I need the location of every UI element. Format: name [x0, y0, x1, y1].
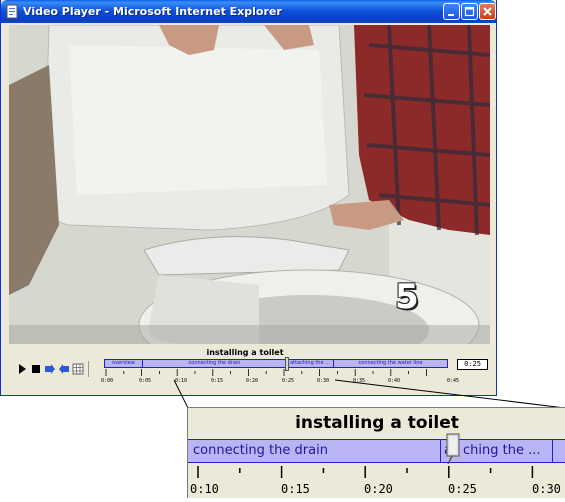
tick-label: 0:45 — [447, 378, 460, 384]
video-frame[interactable]: 5 — [9, 25, 490, 344]
ie-page-icon — [6, 4, 18, 19]
segment-connecting-the-water-line[interactable]: connecting the water line — [334, 360, 447, 367]
zoom-segment-connecting-the-drain: connecting the drain — [193, 443, 328, 458]
tick-label: 0:35 — [353, 378, 366, 384]
chapter-number: 5 — [395, 277, 419, 317]
zoom-segment-bar: connecting the drain a ching the ... — [188, 439, 565, 463]
title-bar[interactable]: Video Player - Microsoft Internet Explor… — [1, 0, 496, 23]
stop-icon[interactable] — [30, 363, 42, 375]
minimize-button[interactable] — [443, 3, 460, 20]
next-segment-icon[interactable] — [44, 363, 56, 375]
clip-title: installing a toilet — [206, 348, 284, 357]
tick-label: 0:00 — [101, 378, 114, 384]
zoom-tick-label: 0:25 — [448, 482, 477, 496]
tick-label: 0:40 — [388, 378, 401, 384]
timeline-ticks — [105, 369, 427, 376]
timeline-zoom-inset: installing a toilet connecting the drain… — [187, 407, 565, 498]
close-icon — [483, 7, 492, 16]
minimize-icon — [448, 14, 454, 16]
zoom-tick-label: 0:20 — [364, 482, 393, 496]
play-icon[interactable] — [16, 363, 28, 375]
segment-divider — [440, 440, 441, 462]
zoom-clip-title: installing a toilet — [295, 413, 459, 433]
segment-connecting-the-drain[interactable]: connecting the drain — [143, 360, 287, 367]
zoom-timeline-ticks — [197, 466, 534, 478]
tick-label: 0:20 — [246, 378, 259, 384]
segment-bar[interactable]: overview connecting the drain attaching … — [104, 359, 448, 368]
grid-icon[interactable] — [72, 363, 84, 375]
tick-label: 0:30 — [317, 378, 330, 384]
video-player-window: Video Player - Microsoft Internet Explor… — [0, 0, 497, 396]
segment-divider — [552, 440, 553, 462]
previous-segment-icon[interactable] — [58, 363, 70, 375]
tick-label: 0:15 — [211, 378, 224, 384]
maximize-icon — [464, 6, 475, 17]
zoom-tick-label: 0:15 — [281, 482, 310, 496]
zoom-tick-label: 0:30 — [532, 482, 561, 496]
zoom-segment-attaching-suffix: ching the ... — [463, 443, 541, 458]
tick-label: 0:25 — [282, 378, 295, 384]
segment-attaching[interactable]: attaching the ... — [287, 360, 334, 367]
segment-overview[interactable]: overview — [105, 360, 143, 367]
control-divider — [88, 361, 89, 377]
tick-label: 0:05 — [139, 378, 152, 384]
player-controls: installing a toilet overview connecting … — [1, 344, 498, 396]
maximize-button[interactable] — [461, 3, 478, 20]
current-time-display: 0:25 — [457, 359, 488, 370]
zoom-tick-label: 0:10 — [190, 482, 219, 496]
zoom-playhead-thumb — [446, 433, 460, 464]
tick-label: 0:10 — [175, 378, 188, 384]
close-button[interactable] — [479, 3, 496, 20]
window-title: Video Player - Microsoft Internet Explor… — [23, 5, 282, 18]
